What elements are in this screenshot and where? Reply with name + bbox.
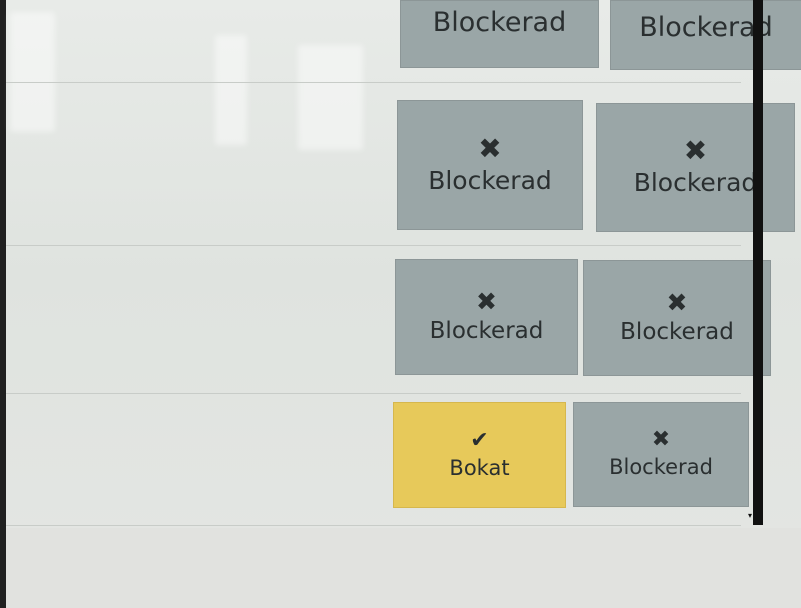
time-slot-tile[interactable]: Blockerad	[610, 0, 801, 70]
tile-label: Blockerad	[428, 165, 552, 195]
time-slot-tile[interactable]: Blockerad	[400, 0, 599, 68]
tile-label: Blockerad	[620, 319, 734, 346]
check-icon: ✔	[470, 427, 489, 453]
time-slot-tile[interactable]: ✖ Blockerad	[596, 103, 795, 232]
row-divider	[6, 525, 741, 526]
screen-glare	[215, 35, 247, 145]
time-slot-tile[interactable]: ✖ Blockerad	[397, 100, 583, 230]
scrollbar[interactable]	[753, 0, 763, 525]
tile-label: Bokat	[449, 455, 510, 480]
tile-label: Blockerad	[432, 7, 567, 39]
row-divider	[6, 393, 741, 394]
bottom-panel	[6, 528, 801, 608]
row-divider	[6, 245, 741, 246]
booking-screen: Blockerad Blockerad ✖ Blockerad ✖ Blocke…	[0, 0, 801, 608]
time-slot-tile[interactable]: ✖ Blockerad	[573, 402, 749, 507]
tile-label: Blockerad	[633, 168, 758, 198]
scroll-down-arrow-icon[interactable]: ▾	[745, 511, 755, 521]
x-icon: ✖	[651, 427, 671, 453]
time-slot-tile[interactable]: ✖ Blockerad	[395, 259, 578, 375]
tile-label: Blockerad	[429, 318, 544, 345]
screen-glare	[298, 45, 363, 150]
time-slot-tile[interactable]: ✔ Bokat	[393, 402, 566, 508]
screen-glare	[10, 12, 55, 132]
time-slot-tile[interactable]: ✖ Blockerad	[583, 260, 771, 376]
x-icon: ✖	[476, 287, 497, 317]
tile-label: Blockerad	[609, 455, 713, 480]
x-icon: ✖	[478, 131, 502, 165]
row-divider	[6, 82, 741, 83]
screen-bezel	[0, 0, 6, 608]
x-icon: ✖	[666, 288, 688, 318]
x-icon: ✖	[683, 134, 708, 168]
